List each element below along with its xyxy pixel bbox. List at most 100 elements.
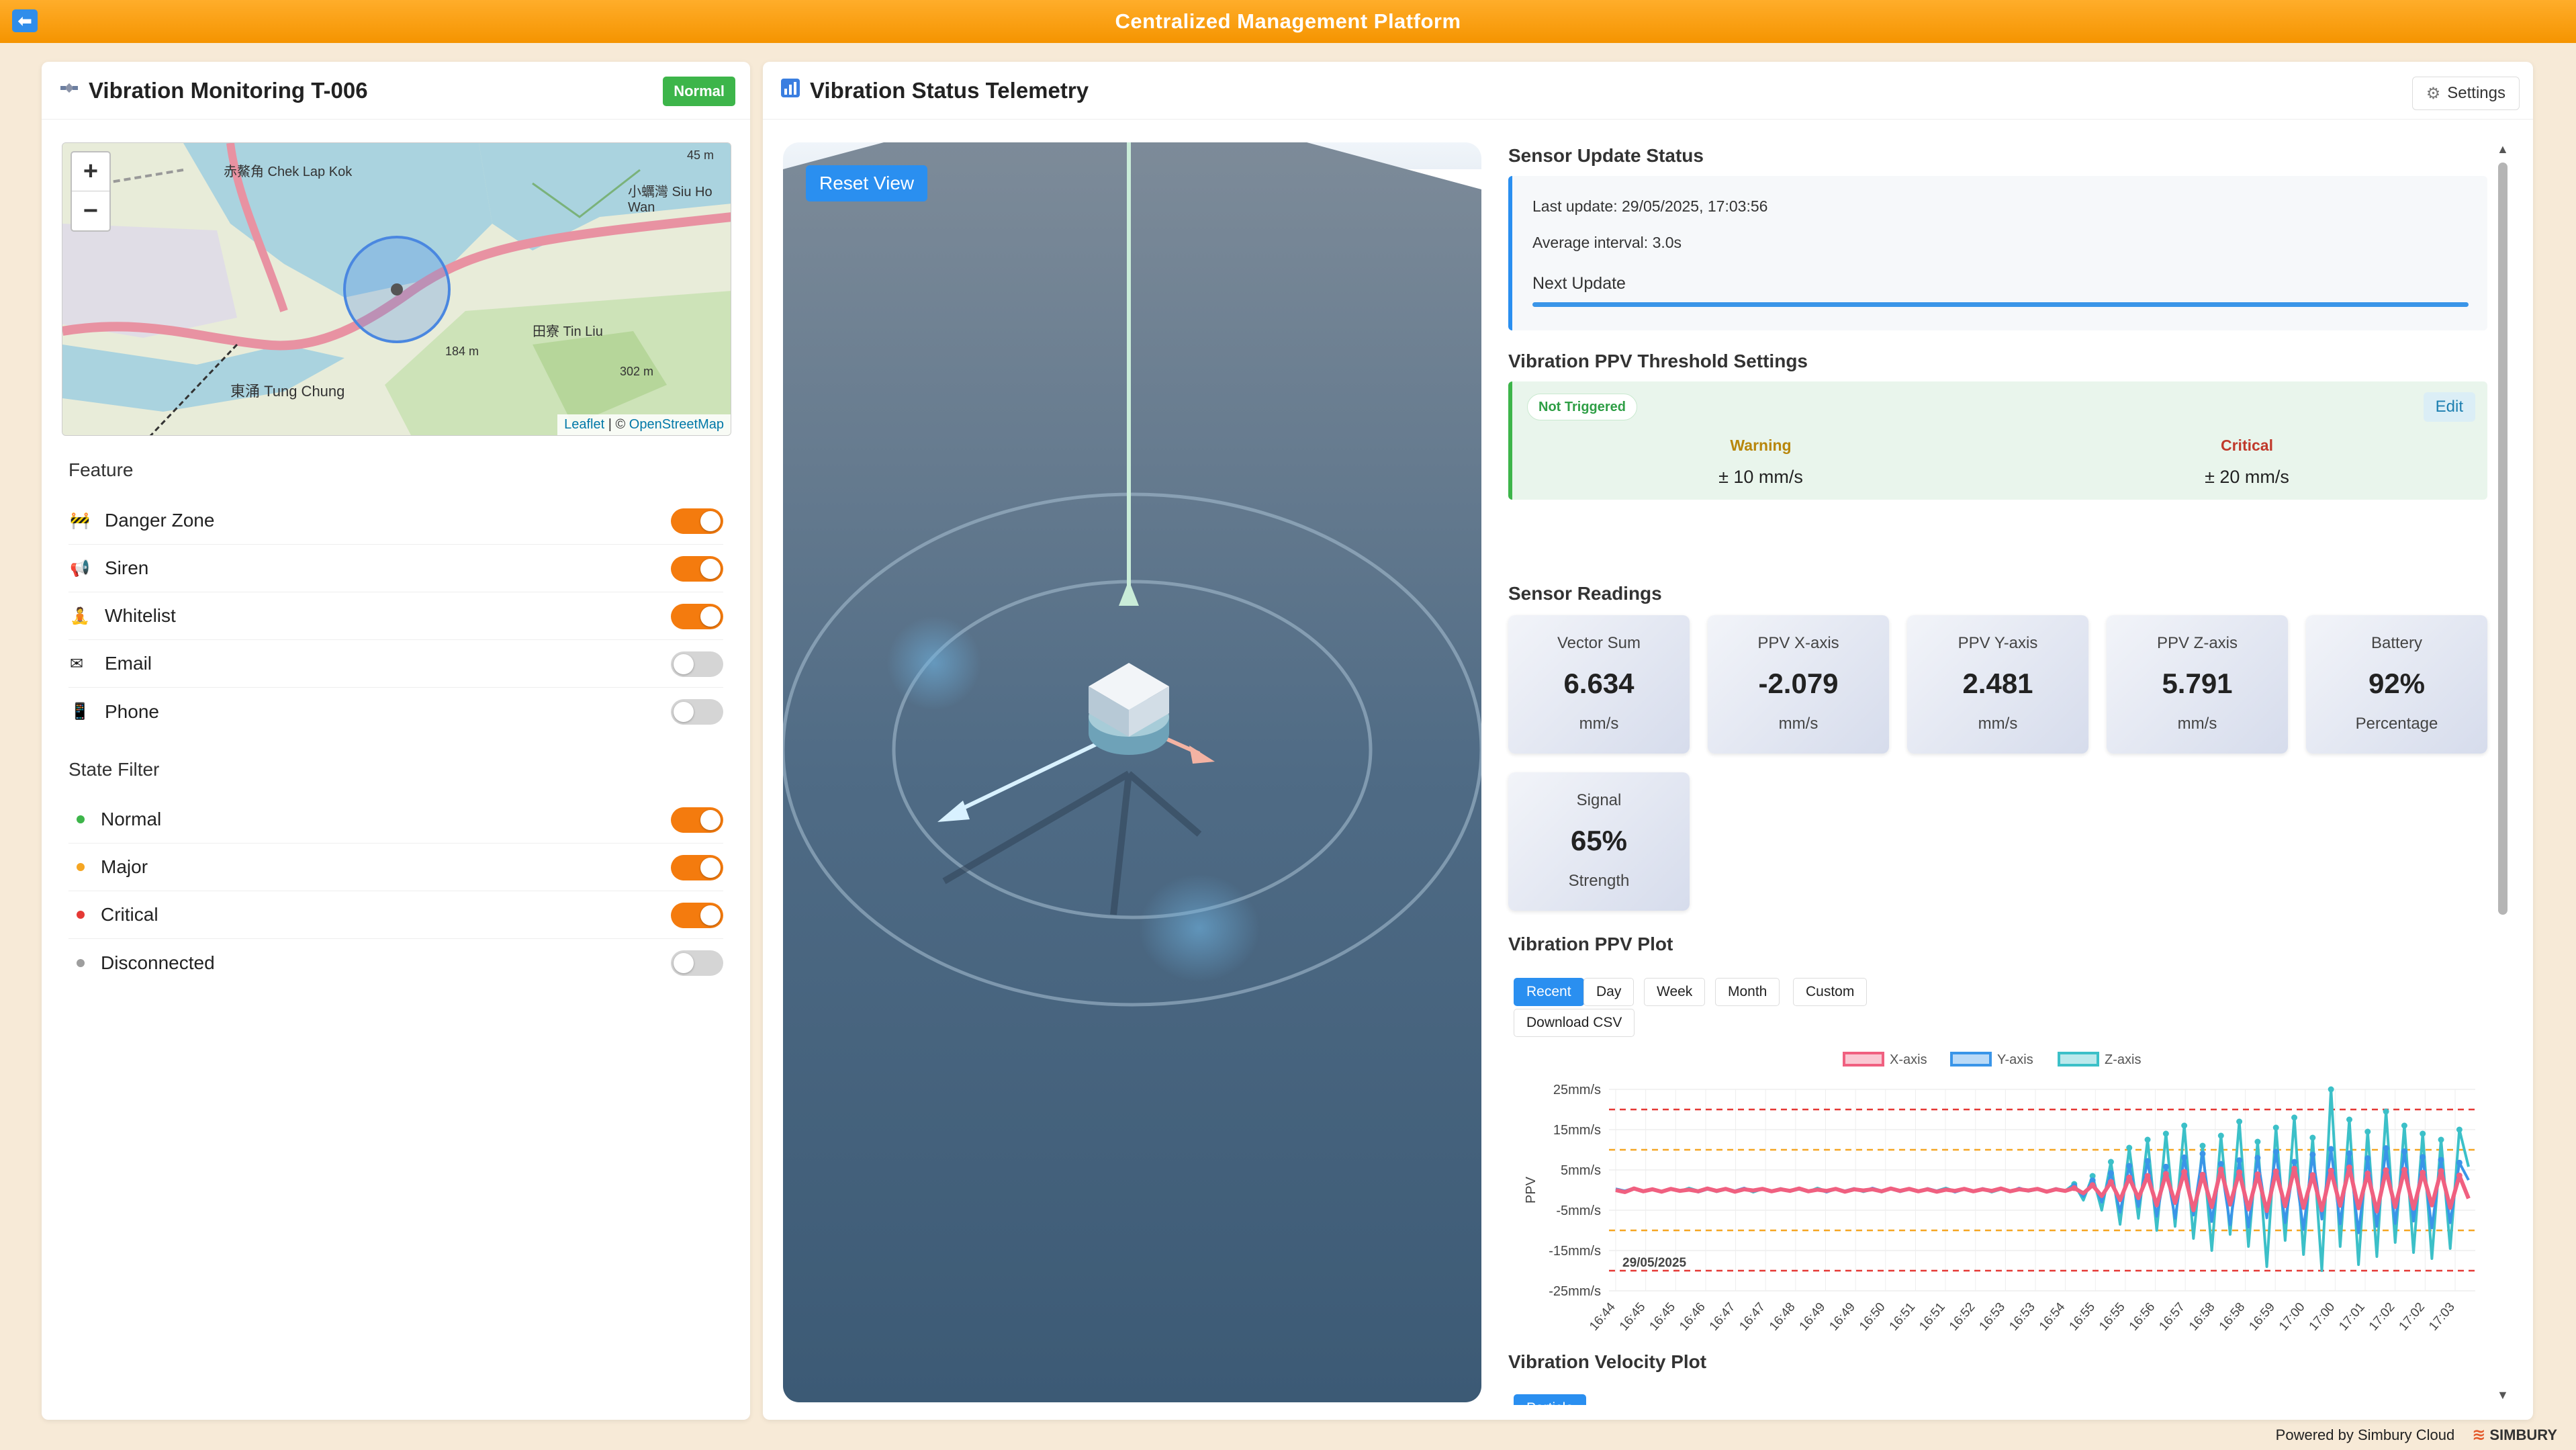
range-custom-button[interactable]: Custom [1793, 978, 1868, 1006]
x-tick-label: 16:53 [2007, 1300, 2038, 1334]
data-point-x-axis [2254, 1171, 2261, 1178]
edit-threshold-button[interactable]: Edit [2423, 392, 2475, 422]
feature-row-danger-zone: 🚧 Danger Zone [68, 497, 723, 545]
back-button[interactable]: ⬅ [12, 9, 38, 32]
series-line-x-axis [1615, 1165, 2471, 1214]
ppv-chart-svg: X-axis Y-axis Z-axis 25mm/s 15mm/s 5mm/s -5mm/… [1524, 1052, 2475, 1334]
x-tick-label: 16:54 [2037, 1300, 2068, 1333]
data-point-y-axis [2217, 1161, 2224, 1167]
data-point-z-axis [2144, 1136, 2151, 1143]
location-map[interactable]: + − 赤鰲角 Chek Lap Kok 小蠣灣 Siu Ho Wan 東涌 T… [62, 142, 731, 436]
x-tick-label: 16:46 [1677, 1300, 1708, 1334]
critical-toggle[interactable] [671, 903, 723, 928]
data-point-z-axis [2107, 1159, 2114, 1165]
x-tick-label: 17:00 [2307, 1300, 2338, 1334]
legend-swatch [1843, 1052, 1884, 1067]
email-toggle[interactable] [671, 651, 723, 677]
x-tick-label: 16:51 [1917, 1300, 1948, 1334]
data-point-x-axis [2089, 1182, 2096, 1189]
toggle-knob [700, 810, 721, 830]
data-point-x-axis [2126, 1174, 2133, 1181]
telemetry-scrollbar[interactable]: ▲ ▼ [2495, 142, 2510, 1402]
x-tick-label: 16:55 [2066, 1300, 2098, 1334]
x-tick-label: 16:47 [1737, 1300, 1768, 1334]
reading-value: 92% [2368, 668, 2426, 699]
feature-label: Danger Zone [105, 510, 215, 531]
feature-row-phone: 📱 Phone [68, 688, 723, 735]
reading-value: 5.791 [2162, 668, 2233, 699]
data-point-y-axis [2126, 1163, 2133, 1169]
range-month-button[interactable]: Month [1715, 978, 1780, 1006]
reading-unit: Strength [1568, 872, 1630, 890]
data-point-y-axis [2438, 1157, 2444, 1163]
x-tick-label: 16:56 [2127, 1300, 2158, 1334]
critical-value: ± 20 mm/s [2205, 467, 2289, 487]
data-point-x-axis [2364, 1170, 2371, 1177]
toggle-knob [700, 905, 721, 925]
major-toggle[interactable] [671, 855, 723, 880]
osm-link[interactable]: OpenStreetMap [629, 417, 724, 432]
ppv-chart[interactable]: X-axis Y-axis Z-axis 25mm/s 15mm/s 5mm/s -5mm/… [1508, 1042, 2489, 1358]
zoom-out-button[interactable]: − [72, 191, 109, 230]
scroll-up-icon[interactable]: ▲ [2497, 142, 2509, 156]
device-panel-header: Vibration Monitoring T-006 Normal [42, 62, 750, 120]
range-day-button[interactable]: Day [1583, 978, 1635, 1006]
disconnected-toggle[interactable] [671, 950, 723, 976]
data-point-x-axis [2071, 1185, 2078, 1191]
data-point-y-axis [2456, 1159, 2463, 1166]
ppv-download-csv-button[interactable]: Download CSV [1514, 1009, 1635, 1037]
state-label: Disconnected [101, 952, 215, 973]
x-tick-label: 16:51 [1887, 1300, 1919, 1334]
whitelist-toggle[interactable] [671, 604, 723, 629]
data-point-z-axis [2199, 1142, 2206, 1149]
reset-view-button[interactable]: Reset View [806, 165, 928, 201]
x-tick-label: 16:52 [1947, 1300, 1978, 1334]
scrollbar-thumb[interactable] [2498, 163, 2508, 915]
data-point-z-axis [2254, 1138, 2261, 1145]
settings-button[interactable]: ⚙ Settings [2411, 77, 2520, 110]
legend-label: Y-axis [1997, 1052, 2033, 1067]
leaflet-link[interactable]: Leaflet [564, 417, 604, 432]
particle-button[interactable]: Particle [1514, 1394, 1587, 1405]
data-point-x-axis [2438, 1168, 2444, 1175]
toggle-knob [700, 858, 721, 878]
y-tick-label: 25mm/s [1553, 1083, 1601, 1097]
reading-label: Signal [1576, 791, 1622, 809]
feature-label: Whitelist [105, 605, 176, 626]
data-point-x-axis [2272, 1168, 2279, 1175]
major-dot-icon [77, 863, 85, 871]
scroll-down-icon[interactable]: ▼ [2497, 1388, 2509, 1402]
phone-toggle[interactable] [671, 699, 723, 725]
data-point-x-axis [2309, 1172, 2316, 1179]
feature-label: Email [105, 653, 152, 674]
state-row-normal: Normal [68, 796, 723, 844]
reading-label: Battery [2371, 634, 2423, 652]
range-week-button[interactable]: Week [1644, 978, 1706, 1006]
status-badge: Normal [663, 77, 735, 106]
data-point-z-axis [2309, 1134, 2316, 1141]
data-point-x-axis [2162, 1171, 2169, 1177]
normal-toggle[interactable] [671, 807, 723, 833]
app-title: Centralized Management Platform [1115, 9, 1461, 33]
danger-zone-toggle[interactable] [671, 508, 723, 534]
zoom-in-button[interactable]: + [72, 152, 109, 191]
disconnected-dot-icon [77, 958, 85, 967]
map-label-tin-liu: 田寮 Tin Liu [533, 324, 603, 339]
data-point-y-axis [2254, 1154, 2261, 1161]
reading-unit: mm/s [2177, 715, 2217, 733]
siren-toggle[interactable] [671, 556, 723, 582]
data-point-x-axis [2236, 1169, 2243, 1176]
data-point-z-axis [2346, 1116, 2352, 1123]
sensor-3d-viewport[interactable]: Reset View [783, 142, 1481, 1402]
legend-swatch [1950, 1052, 1992, 1067]
data-point-z-axis [2272, 1124, 2279, 1131]
feature-label: Phone [105, 700, 159, 722]
reading-value: -2.079 [1758, 668, 1839, 699]
data-point-x-axis [2144, 1173, 2151, 1179]
feature-section-title: Feature [68, 459, 134, 480]
map-label-siu-ho-wan: 小蠣灣 Siu Ho Wan [628, 185, 712, 215]
data-point-x-axis [2217, 1166, 2224, 1173]
range-recent-button[interactable]: Recent [1514, 978, 1584, 1006]
velocity-plot-title: Vibration Velocity Plot [1508, 1351, 1707, 1372]
data-point-y-axis [2181, 1154, 2188, 1161]
